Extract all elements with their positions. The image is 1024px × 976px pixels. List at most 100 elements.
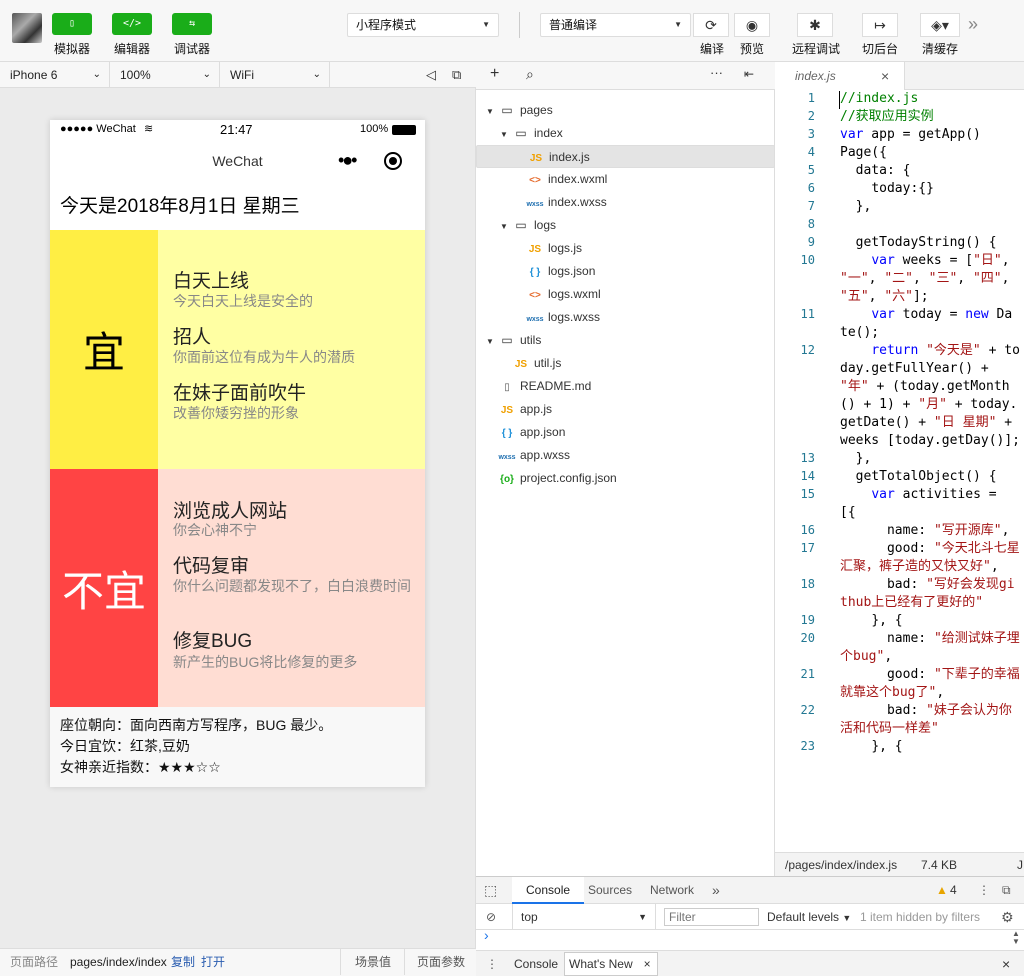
- tree-file[interactable]: { } app.json: [476, 421, 775, 444]
- tab-console[interactable]: Console: [512, 877, 585, 904]
- simulator-toggle[interactable]: ▯: [52, 13, 92, 35]
- device-select[interactable]: iPhone 6 ⌄: [0, 62, 110, 88]
- line-number: 15: [800, 487, 815, 501]
- close-icon[interactable]: ×: [644, 953, 651, 975]
- search-icon[interactable]: ⌕: [526, 66, 534, 83]
- avatar[interactable]: [12, 13, 42, 43]
- levels-select[interactable]: Default levels ▼: [767, 904, 851, 931]
- remote-debug-button[interactable]: ✱: [797, 13, 833, 37]
- code-line: },: [840, 199, 872, 214]
- preview-button[interactable]: ◉: [734, 13, 770, 37]
- compile-button[interactable]: ⟳: [693, 13, 729, 37]
- editor-toggle[interactable]: </>: [112, 13, 152, 35]
- clear-cache-label[interactable]: 清缓存: [918, 40, 962, 57]
- more-tabs-icon[interactable]: »: [712, 877, 720, 904]
- tree-file[interactable]: <> index.wxml: [476, 168, 775, 191]
- scene-button[interactable]: 场景值: [340, 949, 391, 975]
- folder-icon: ▭: [515, 126, 527, 140]
- open-link[interactable]: 打开: [201, 949, 225, 975]
- editor-tab[interactable]: index.js ×: [775, 62, 905, 90]
- tree-folder[interactable]: ▼ ▭ pages: [476, 99, 775, 122]
- code-line: var app = getApp(): [840, 127, 981, 142]
- line-number: 7: [807, 199, 815, 213]
- js-file-icon: JS: [529, 153, 543, 164]
- speaker-icon[interactable]: ◁: [426, 67, 436, 83]
- tree-file[interactable]: JS app.js: [476, 398, 775, 421]
- editor-status-bar: /pages/index/index.js 7.4 KB J: [775, 852, 1024, 876]
- code-line: }, {: [840, 739, 903, 754]
- close-icon[interactable]: ×: [881, 62, 889, 90]
- mode-select[interactable]: 小程序模式 ▼: [347, 13, 499, 37]
- json-file-icon: { }: [529, 267, 541, 278]
- remote-debug-label[interactable]: 远程调试: [788, 40, 844, 57]
- tab-network[interactable]: Network: [650, 877, 694, 904]
- tree-item-label: README.md: [520, 379, 592, 393]
- eye-icon: ◉: [745, 17, 759, 33]
- network-select[interactable]: WiFi ⌄: [220, 62, 330, 88]
- console-prompt[interactable]: ›: [484, 927, 489, 943]
- compile-select[interactable]: 普通编译 ▼: [540, 13, 691, 37]
- collapse-sidebar-icon[interactable]: ⇤: [744, 67, 754, 81]
- copy-link[interactable]: 复制: [171, 949, 195, 975]
- zoom-select[interactable]: 100% ⌄: [110, 62, 220, 88]
- code-line: name: "写开源库",: [840, 523, 1010, 538]
- gear-icon[interactable]: ⚙: [1001, 904, 1014, 930]
- close-drawer-icon[interactable]: ×: [1002, 951, 1010, 976]
- chevron-down-icon: ⌄: [202, 69, 211, 80]
- drawer-tab-whatsnew[interactable]: What's New ×: [564, 952, 658, 976]
- code-line: }, {: [840, 613, 903, 628]
- tree-file[interactable]: JS logs.js: [476, 237, 775, 260]
- debugger-label[interactable]: 调试器: [170, 40, 214, 57]
- code-area[interactable]: //index.js 1 //获取应用实例 2 var app = getApp() 3 P…: [775, 90, 1024, 852]
- folder-icon: ▭: [501, 333, 513, 347]
- warning-icon[interactable]: ▲: [936, 877, 948, 904]
- detach-window-icon[interactable]: ⧉: [452, 67, 461, 83]
- more-dots-icon[interactable]: •●•: [338, 150, 358, 171]
- kebab-icon[interactable]: ⋮: [978, 877, 990, 904]
- tree-file[interactable]: wxss logs.wxss: [476, 306, 775, 329]
- params-button[interactable]: 页面参数: [404, 949, 465, 975]
- preview-label[interactable]: 预览: [735, 40, 769, 57]
- drawer-menu-icon[interactable]: ⋮: [486, 951, 498, 976]
- console-filter-input[interactable]: [664, 908, 759, 926]
- tree-item-label: logs.wxss: [548, 310, 601, 324]
- caret-down-icon: ▼: [674, 20, 682, 29]
- carrier-text: ●●●●● WeChat: [60, 123, 136, 135]
- close-capsule-icon[interactable]: [384, 152, 402, 170]
- cfg-file-icon: {o}: [500, 474, 514, 485]
- tree-file[interactable]: {o} project.config.json: [476, 467, 775, 490]
- toolbar-more-icon[interactable]: »: [968, 14, 978, 35]
- tree-folder[interactable]: ▼ ▭ logs: [476, 214, 775, 237]
- editor-label[interactable]: 编辑器: [110, 40, 154, 57]
- context-select[interactable]: top ▼: [512, 904, 656, 930]
- json-file-icon: { }: [501, 428, 513, 439]
- fortune-footer: 座位朝向：面向西南方写程序，BUG 最少。 今日宜饮：红茶,豆奶 女神亲近指数：…: [50, 707, 425, 787]
- tree-file[interactable]: wxss app.wxss: [476, 444, 775, 467]
- line-number: 6: [807, 181, 815, 195]
- inspect-icon[interactable]: ⬚: [484, 877, 497, 904]
- tree-item-label: app.json: [520, 425, 566, 439]
- tree-file[interactable]: JS index.js: [476, 145, 775, 168]
- compile-label[interactable]: 编译: [695, 40, 729, 57]
- tab-sources[interactable]: Sources: [588, 877, 632, 904]
- background-button[interactable]: ↦: [862, 13, 898, 37]
- background-label[interactable]: 切后台: [858, 40, 902, 57]
- simulator-label[interactable]: 模拟器: [50, 40, 94, 57]
- tree-file[interactable]: <> logs.wxml: [476, 283, 775, 306]
- simulator-panel: ●●●●● WeChat ≋ 21:47 100% WeChat •●• 今天是…: [0, 88, 476, 948]
- line-number: 11: [800, 307, 815, 321]
- tree-file[interactable]: ▯ README.md: [476, 375, 775, 398]
- more-icon[interactable]: ···: [710, 65, 723, 80]
- scroll-arrows-icon[interactable]: ▲ ▼: [1012, 930, 1020, 946]
- undock-icon[interactable]: ⧉: [1002, 877, 1011, 904]
- add-icon[interactable]: +: [490, 65, 499, 83]
- line-number: 20: [800, 631, 815, 645]
- tree-file[interactable]: wxss index.wxss: [476, 191, 775, 214]
- drawer-tab-console[interactable]: Console: [514, 951, 558, 976]
- tree-folder[interactable]: ▼ ▭ utils: [476, 329, 775, 352]
- tree-file[interactable]: { } logs.json: [476, 260, 775, 283]
- tree-file[interactable]: JS util.js: [476, 352, 775, 375]
- tree-folder[interactable]: ▼ ▭ index: [476, 122, 775, 145]
- clear-cache-button[interactable]: ◈▾: [920, 13, 960, 37]
- debugger-toggle[interactable]: ⇆: [172, 13, 212, 35]
